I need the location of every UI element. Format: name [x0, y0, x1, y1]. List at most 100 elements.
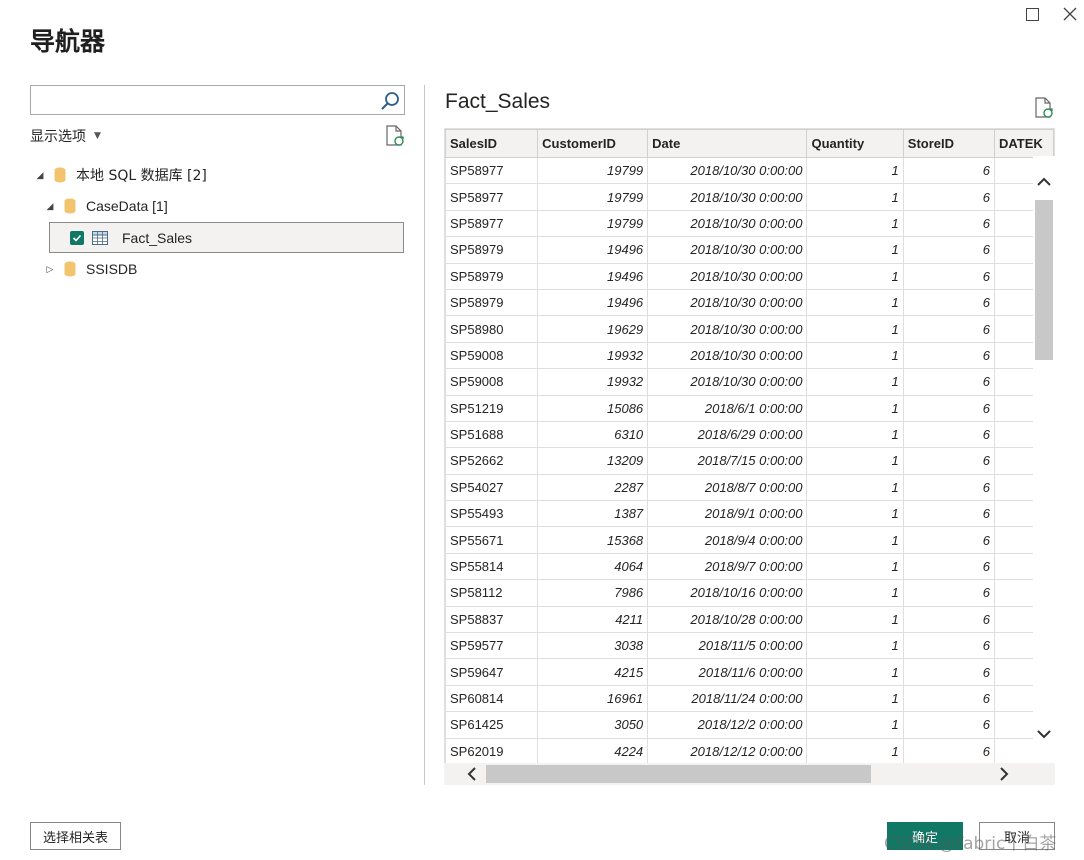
table-cell: SP54027: [445, 473, 539, 502]
search-input[interactable]: [31, 86, 371, 114]
table-cell: SP58977: [445, 156, 539, 185]
refresh-icon[interactable]: [384, 124, 406, 148]
column-header[interactable]: StoreID: [902, 129, 995, 158]
maximize-button[interactable]: [1022, 4, 1042, 24]
expanded-arrow-icon[interactable]: ◢: [44, 201, 56, 212]
table-row: SP55671 15368 2018/9/4 0:00:00 1 6: [445, 526, 1054, 554]
column-header[interactable]: CustomerID: [537, 129, 649, 158]
column-header[interactable]: Date: [647, 129, 808, 158]
table-cell: 1: [806, 526, 904, 554]
table-row: SP58979 19496 2018/10/30 0:00:00 1 6: [445, 288, 1054, 317]
table-cell: 2018/10/30 0:00:00: [647, 341, 808, 370]
tree-node-label: SSISDB: [86, 261, 138, 277]
tree-node-local-sql[interactable]: ◢ 本地 SQL 数据库 [2]: [34, 162, 207, 188]
close-button[interactable]: [1060, 4, 1080, 24]
preview-grid[interactable]: SalesID CustomerID Date Quantity StoreID DATE…: [444, 128, 1055, 785]
table-cell: 19799: [537, 183, 649, 211]
database-icon: [64, 198, 76, 214]
select-related-tables-button[interactable]: 选择相关表: [30, 822, 121, 850]
table-row: SP61425 3050 2018/12/2 0:00:00 1 6: [445, 711, 1054, 739]
table-cell: 2018/6/29 0:00:00: [647, 420, 808, 449]
horizontal-scrollbar[interactable]: [444, 763, 1055, 785]
tree-node-label: 本地 SQL 数据库 [2]: [76, 168, 207, 184]
table-cell: 2018/10/30 0:00:00: [647, 236, 808, 264]
table-cell: 6: [902, 209, 995, 238]
table-cell: SP52662: [445, 447, 539, 475]
tree-node-ssisdb[interactable]: ▷ SSISDB: [44, 256, 138, 282]
fact-sales-checkbox[interactable]: [70, 230, 84, 245]
table-cell: 2018/9/7 0:00:00: [647, 552, 808, 581]
tree-node-fact-sales[interactable]: Fact_Sales: [49, 222, 404, 253]
table-row: SP58837 4211 2018/10/28 0:00:00 1 6: [445, 605, 1054, 634]
chevron-down-icon[interactable]: [1035, 726, 1053, 742]
table-row: SP58979 19496 2018/10/30 0:00:00 1 6: [445, 236, 1054, 264]
checkmark-icon: [72, 234, 82, 242]
table-cell: 2018/12/2 0:00:00: [647, 711, 808, 739]
table-cell: SP58979: [445, 262, 539, 290]
table-cell: 1: [806, 684, 904, 713]
table-cell: 6: [902, 711, 995, 739]
table-cell: SP58112: [445, 579, 539, 607]
table-cell: 1: [806, 288, 904, 317]
table-cell: 4215: [537, 658, 649, 686]
table-cell: 13209: [537, 447, 649, 475]
search-icon[interactable]: [379, 90, 401, 112]
table-cell: 1: [806, 368, 904, 396]
table-cell: 1: [806, 447, 904, 475]
table-cell: 1: [806, 658, 904, 686]
dialog-title: 导航器: [30, 27, 106, 56]
table-row: SP55493 1387 2018/9/1 0:00:00 1 6: [445, 500, 1054, 528]
table-cell: 6: [902, 236, 995, 264]
column-header[interactable]: Quantity: [806, 129, 904, 158]
table-cell: 2018/10/16 0:00:00: [647, 579, 808, 607]
table-cell: 1387: [537, 500, 649, 528]
collapsed-arrow-icon[interactable]: ▷: [44, 264, 56, 275]
table-cell: 4211: [537, 605, 649, 634]
table-cell: 6: [902, 447, 995, 475]
expanded-arrow-icon[interactable]: ◢: [34, 170, 46, 181]
table-cell: SP55671: [445, 526, 539, 554]
table-cell: 2018/10/30 0:00:00: [647, 209, 808, 238]
chevron-right-icon[interactable]: [996, 766, 1012, 782]
chevron-down-icon: ▼: [94, 131, 101, 141]
table-row: SP58977 19799 2018/10/30 0:00:00 1 6: [445, 156, 1054, 185]
table-cell: SP55814: [445, 552, 539, 581]
table-cell: 6: [902, 262, 995, 290]
table-row: SP62019 4224 2018/12/12 0:00:00 1 6: [445, 737, 1054, 765]
chevron-left-icon[interactable]: [464, 766, 480, 782]
table-row: SP51688 6310 2018/6/29 0:00:00 1 6: [445, 420, 1054, 449]
database-icon: [54, 167, 66, 183]
table-cell: SP58977: [445, 183, 539, 211]
refresh-icon[interactable]: [1033, 96, 1055, 120]
table-cell: 6: [902, 579, 995, 607]
table-cell: 1: [806, 552, 904, 581]
display-options-dropdown[interactable]: 显示选项 ▼: [30, 126, 101, 146]
horizontal-scroll-thumb[interactable]: [486, 765, 871, 783]
table-row: SP58979 19496 2018/10/30 0:00:00 1 6: [445, 262, 1054, 290]
table-cell: 2018/11/6 0:00:00: [647, 658, 808, 686]
table-cell: 6: [902, 156, 995, 185]
table-cell: 1: [806, 473, 904, 502]
table-cell: 19799: [537, 156, 649, 185]
watermark: CSDN @Fabric丨白茶: [884, 834, 1057, 854]
chevron-up-icon[interactable]: [1035, 174, 1053, 190]
column-header[interactable]: DATEK: [993, 129, 1054, 158]
pane-divider[interactable]: [424, 85, 425, 785]
table-cell: SP51688: [445, 420, 539, 449]
column-header[interactable]: SalesID: [445, 129, 539, 158]
table-cell: 2018/10/30 0:00:00: [647, 368, 808, 396]
table-cell: 7986: [537, 579, 649, 607]
table-cell: 3050: [537, 711, 649, 739]
table-cell: SP59647: [445, 658, 539, 686]
table-cell: 2018/10/30 0:00:00: [647, 156, 808, 185]
vertical-scroll-thumb[interactable]: [1035, 200, 1053, 360]
search-box[interactable]: [30, 85, 405, 115]
table-cell: 6: [902, 394, 995, 422]
table-cell: 2018/8/7 0:00:00: [647, 473, 808, 502]
table-cell: 1: [806, 632, 904, 660]
table-row: SP59008 19932 2018/10/30 0:00:00 1 6: [445, 341, 1054, 370]
table-row: SP58980 19629 2018/10/30 0:00:00 1 6: [445, 315, 1054, 343]
vertical-scrollbar[interactable]: [1033, 156, 1055, 764]
table-cell: 6: [902, 684, 995, 713]
tree-node-casedata[interactable]: ◢ CaseData [1]: [44, 193, 168, 219]
